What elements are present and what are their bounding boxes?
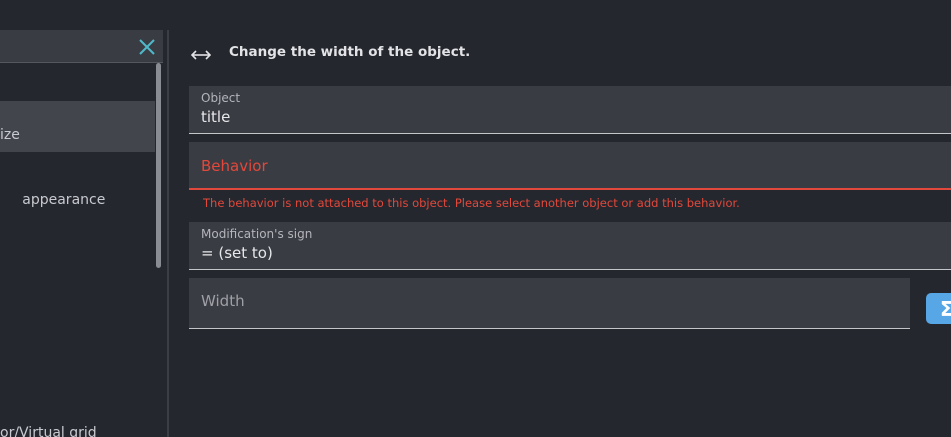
scrollbar[interactable] — [156, 63, 161, 268]
list-item-selected[interactable]: ize — [0, 101, 155, 152]
expression-editor-button[interactable]: Σ — [926, 293, 951, 324]
modification-sign-value: = (set to) — [201, 244, 273, 262]
behavior-field-placeholder: Behavior — [201, 157, 268, 175]
width-field[interactable]: Width — [189, 278, 910, 329]
instruction-description: Change the width of the object. — [229, 44, 471, 60]
object-field-label: Object — [201, 91, 241, 105]
list-item-label: appearance — [17, 192, 106, 208]
list-item[interactable]: appearance — [0, 176, 155, 208]
behavior-error-message: The behavior is not attached to this obj… — [203, 196, 740, 210]
horizontal-resize-icon — [190, 50, 212, 60]
sigma-icon: Σ — [940, 297, 951, 321]
width-field-placeholder: Width — [201, 292, 245, 310]
close-icon[interactable] — [138, 38, 156, 56]
list-item-label: ize — [0, 127, 20, 143]
modification-sign-field[interactable]: Modification's sign = (set to) — [189, 222, 951, 270]
list-item-label: or/Virtual grid — [0, 425, 97, 437]
object-field[interactable]: Object title — [189, 86, 951, 134]
panel-divider[interactable] — [167, 30, 169, 437]
modification-sign-label: Modification's sign — [201, 227, 313, 241]
behavior-field[interactable]: Behavior — [189, 142, 951, 190]
instructions-list-panel: ize appearance or/Virtual grid — [0, 0, 167, 437]
object-field-value: title — [201, 108, 231, 126]
list-item[interactable]: or/Virtual grid — [0, 425, 155, 437]
